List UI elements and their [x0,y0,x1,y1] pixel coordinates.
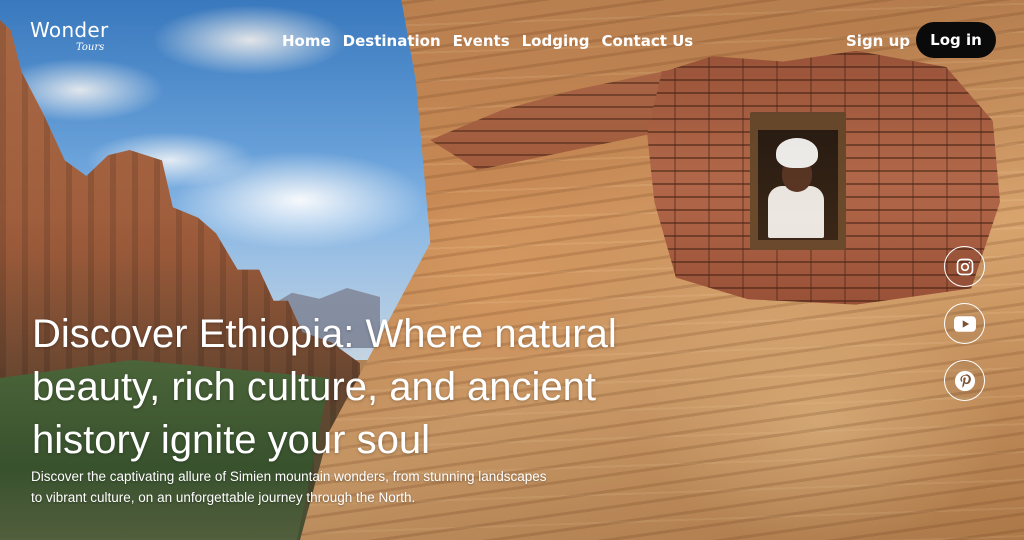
signup-link[interactable]: Sign up [846,32,910,50]
instagram-button[interactable] [944,246,985,287]
nav-destination[interactable]: Destination [343,32,441,50]
login-button[interactable]: Log in [916,22,996,58]
nav-lodging[interactable]: Lodging [522,32,590,50]
main-nav: Home Destination Events Lodging Contact … [282,32,693,50]
youtube-button[interactable] [944,303,985,344]
pinterest-icon [954,370,975,391]
youtube-icon [953,315,976,332]
pinterest-button[interactable] [944,360,985,401]
social-links [944,246,985,401]
hero-subtitle: Discover the captivating allure of Simie… [31,469,547,505]
hero-title: Discover Ethiopia: Where natural beauty,… [32,312,617,462]
brand-name: Wonder [30,18,109,42]
brand-logo[interactable]: Wonder Tours [30,18,120,58]
nav-contact-us[interactable]: Contact Us [602,32,694,50]
brand-tagline: Tours [76,42,105,53]
nav-events[interactable]: Events [453,32,510,50]
nav-home[interactable]: Home [282,32,331,50]
instagram-icon [956,258,973,275]
